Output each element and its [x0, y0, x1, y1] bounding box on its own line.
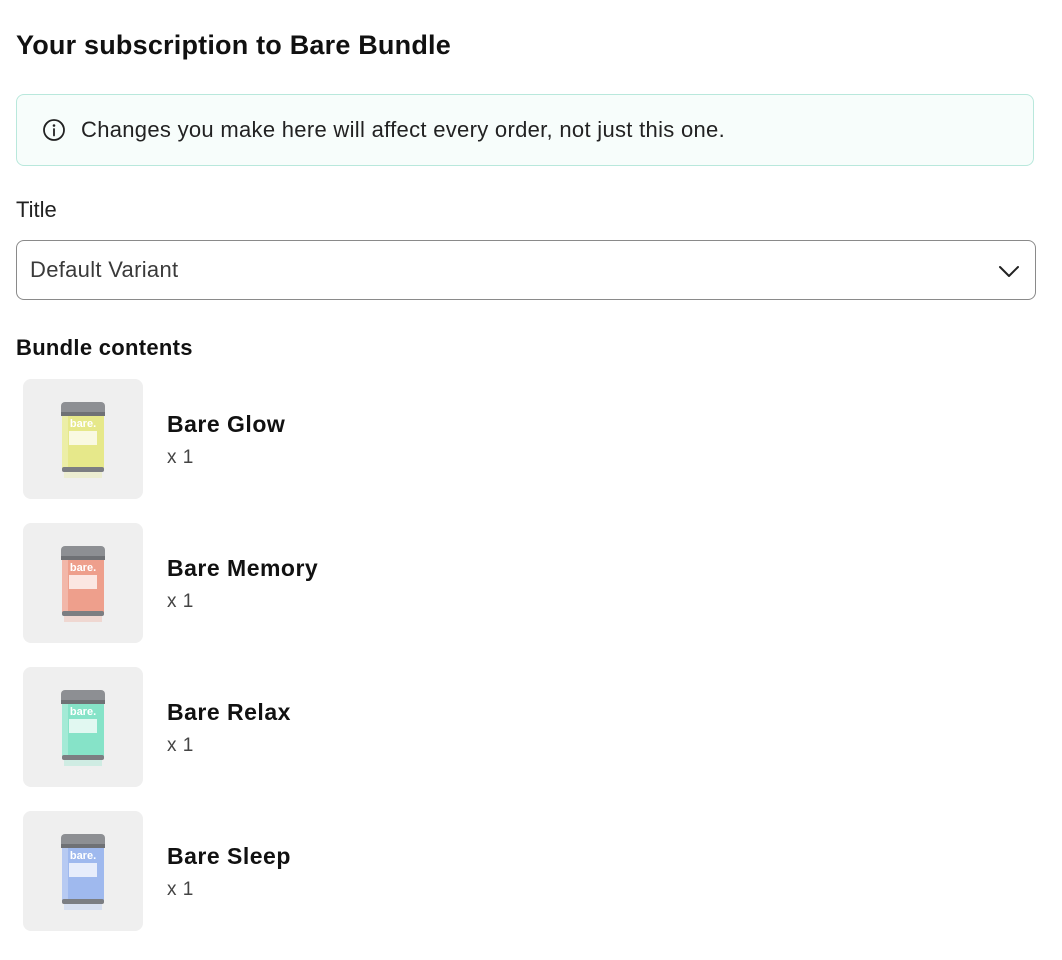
chevron-down-icon: [997, 259, 1021, 283]
product-quantity: x 1: [167, 735, 194, 756]
svg-text:bare.: bare.: [70, 562, 96, 574]
tin-icon: bare.: [61, 834, 105, 910]
svg-text:bare.: bare.: [70, 850, 96, 862]
product-quantity: x 1: [167, 591, 194, 612]
info-icon: [41, 117, 67, 143]
variant-label: Title: [16, 197, 57, 222]
page-title: Your subscription to Bare Bundle: [16, 30, 451, 60]
svg-text:bare.: bare.: [70, 706, 96, 718]
product-image: bare.: [23, 379, 143, 499]
product-name: Bare Memory: [167, 555, 319, 581]
product-name: Bare Glow: [167, 411, 286, 437]
product-quantity: x 1: [167, 447, 194, 468]
bundle-list: bare. Bare Glow x 1 bare. Bare Memory x …: [23, 379, 623, 955]
variant-select-value: Default Variant: [30, 257, 179, 282]
tin-icon: bare.: [61, 690, 105, 766]
bundle-item-relax: bare. Bare Relax x 1: [23, 667, 623, 811]
product-image: bare.: [23, 811, 143, 931]
info-notice: Changes you make here will affect every …: [16, 94, 1034, 166]
product-image: bare.: [23, 667, 143, 787]
tin-icon: bare.: [61, 402, 105, 478]
bundle-contents-heading: Bundle contents: [16, 335, 193, 360]
bundle-item-memory: bare. Bare Memory x 1: [23, 523, 623, 667]
tin-icon: bare.: [61, 546, 105, 622]
svg-text:bare.: bare.: [70, 418, 96, 430]
bundle-item-sleep: bare. Bare Sleep x 1: [23, 811, 623, 955]
notice-text: Changes you make here will affect every …: [81, 117, 725, 142]
product-quantity: x 1: [167, 879, 194, 900]
bundle-item-glow: bare. Bare Glow x 1: [23, 379, 623, 523]
product-name: Bare Relax: [167, 699, 291, 725]
variant-select[interactable]: Default Variant: [16, 240, 1036, 300]
product-name: Bare Sleep: [167, 843, 291, 869]
subscription-page: Your subscription to Bare Bundle Changes…: [0, 0, 1062, 960]
product-image: bare.: [23, 523, 143, 643]
